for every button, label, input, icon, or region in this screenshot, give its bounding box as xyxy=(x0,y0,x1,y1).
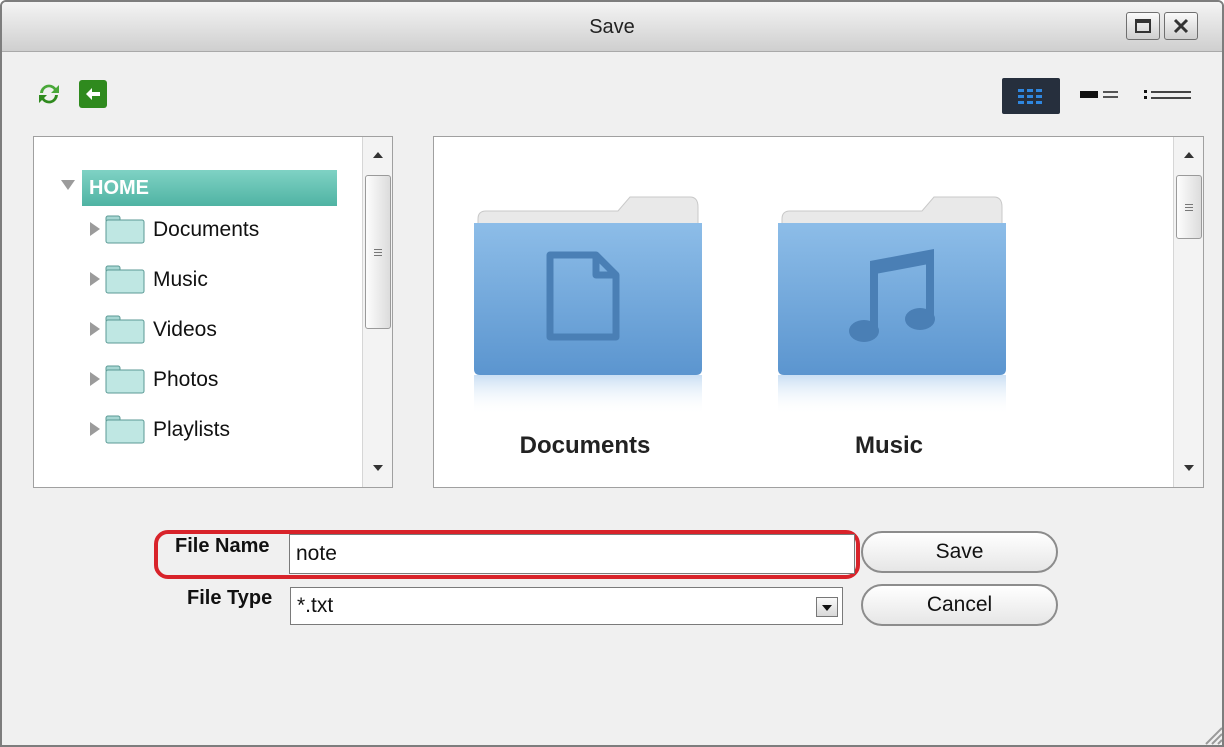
expand-icon[interactable] xyxy=(90,372,100,386)
tiles-view-icon[interactable] xyxy=(1078,78,1124,114)
close-icon xyxy=(1173,18,1189,34)
tree-item-label: Playlists xyxy=(153,418,231,441)
tree-root-label[interactable]: HOME xyxy=(82,170,337,206)
expand-icon[interactable] xyxy=(90,422,100,436)
dialog-title: Save xyxy=(589,16,635,38)
title-bar[interactable]: Save xyxy=(2,2,1222,52)
file-item-music[interactable]: Music xyxy=(764,189,1014,479)
list-view-icon[interactable] xyxy=(1142,78,1194,114)
expand-icon[interactable] xyxy=(90,272,100,286)
file-browser[interactable]: Documents Music xyxy=(433,136,1204,488)
expand-icon[interactable] xyxy=(90,322,100,336)
file-item-label: Music xyxy=(854,432,923,459)
tree-item-label: Music xyxy=(153,268,208,291)
tree-item-label: Photos xyxy=(153,368,219,391)
close-button[interactable] xyxy=(1164,12,1198,40)
folder-icon xyxy=(105,365,145,394)
tree-scrollbar[interactable] xyxy=(362,137,392,487)
save-button[interactable]: Save xyxy=(861,531,1058,573)
music-folder-icon xyxy=(778,196,1006,415)
cancel-button[interactable]: Cancel xyxy=(861,584,1058,626)
folder-tree[interactable]: HOME Documents Music Videos Photos Playl… xyxy=(33,136,393,488)
chevron-down-icon[interactable] xyxy=(816,597,838,617)
maximize-icon xyxy=(1135,19,1151,33)
file-type-value: *.txt xyxy=(297,594,334,617)
file-type-select[interactable]: *.txt xyxy=(290,587,843,625)
file-item-label: Documents xyxy=(519,432,651,459)
folder-icon xyxy=(105,265,145,294)
file-item-documents[interactable]: Documents xyxy=(460,189,710,479)
files-scrollbar[interactable] xyxy=(1173,137,1203,487)
document-folder-icon xyxy=(474,196,702,415)
scroll-up-icon[interactable] xyxy=(372,149,384,161)
folder-icon xyxy=(105,315,145,344)
file-name-input[interactable] xyxy=(289,534,855,574)
files-scroll-thumb[interactable] xyxy=(1176,175,1202,239)
folder-icon xyxy=(105,415,145,444)
maximize-button[interactable] xyxy=(1126,12,1160,40)
thumbnails-view-icon[interactable] xyxy=(1002,78,1060,114)
resize-grip-icon[interactable] xyxy=(1200,722,1224,746)
tree-item-label: Videos xyxy=(153,318,217,341)
scroll-up-icon[interactable] xyxy=(1183,149,1195,161)
back-arrow-icon[interactable] xyxy=(79,80,107,108)
file-type-label: File Type xyxy=(187,587,273,609)
expand-icon[interactable] xyxy=(90,222,100,236)
folder-icon xyxy=(105,215,145,244)
tree-scroll-thumb[interactable] xyxy=(365,175,391,329)
tree-item-label: Documents xyxy=(153,218,260,241)
scroll-down-icon[interactable] xyxy=(372,462,384,474)
scroll-down-icon[interactable] xyxy=(1183,462,1195,474)
refresh-icon[interactable] xyxy=(35,80,63,108)
save-dialog: Save HOME Documents Music Videos Photos … xyxy=(0,0,1224,747)
collapse-icon[interactable] xyxy=(61,180,75,190)
